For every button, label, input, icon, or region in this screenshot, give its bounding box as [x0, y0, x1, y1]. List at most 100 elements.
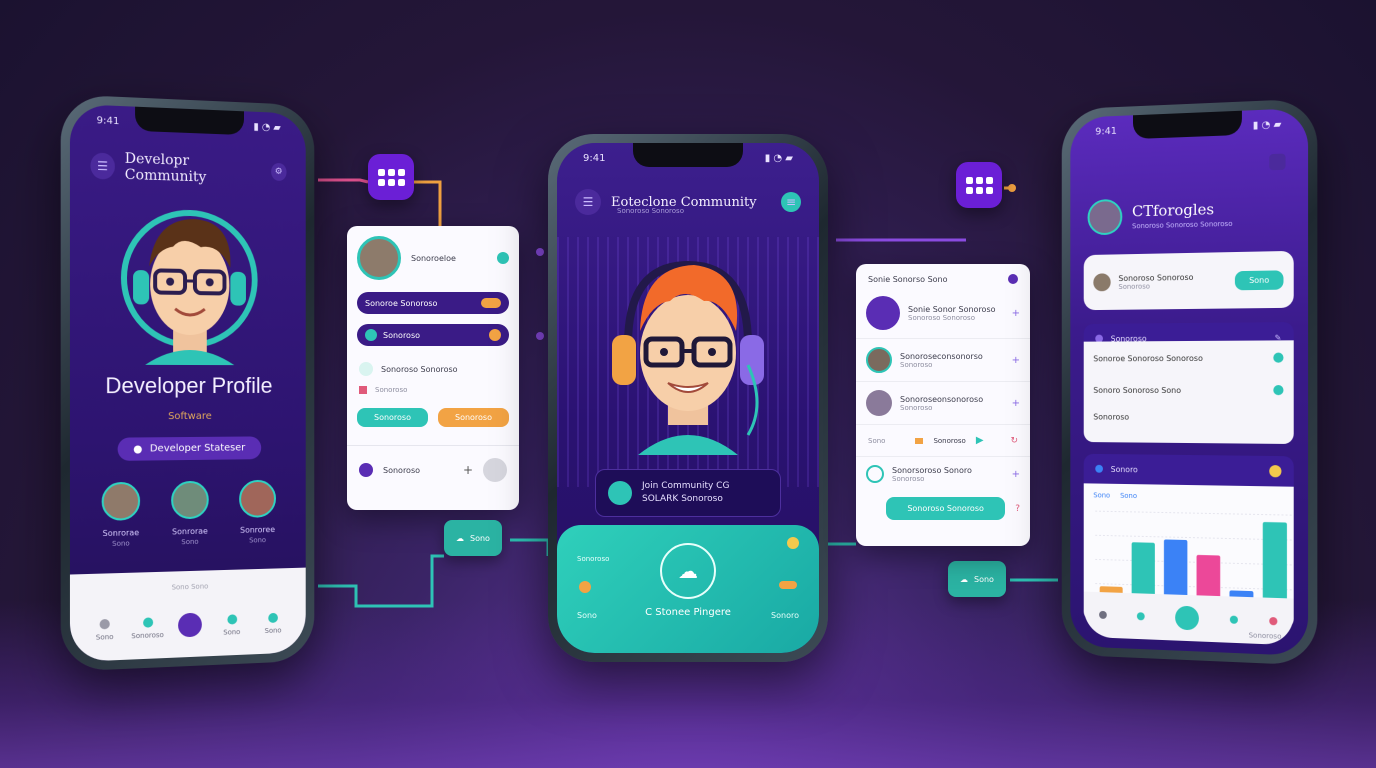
stats-list: Sonoroe Sonoroso Sonoroso Sonoro Sonoros… — [1083, 340, 1294, 445]
menu-icon[interactable]: ☰ — [90, 152, 115, 180]
list-row[interactable]: Sonorsoroso Sonoro Sonoroso + — [856, 457, 1030, 491]
play-icon[interactable] — [497, 252, 509, 264]
status-time: 9:41 — [1095, 125, 1117, 138]
tab-chat[interactable]: Sono — [212, 614, 251, 637]
card-sub: Sonoroso — [1118, 282, 1150, 291]
friend-item[interactable]: Sonroree Sono — [228, 479, 286, 546]
follow-card: Sonoroso Sonoroso Sonoroso Sono — [1083, 250, 1294, 311]
friend-sub: Sono — [181, 537, 199, 547]
add-icon[interactable]: + — [1012, 469, 1020, 480]
status-pill-button[interactable]: Developer Stateser — [117, 436, 261, 461]
avatar — [171, 480, 209, 520]
grid-app-icon[interactable] — [368, 154, 414, 200]
home-icon[interactable] — [1098, 610, 1107, 619]
tab-main[interactable] — [170, 612, 210, 642]
item-label: Sonoroe Sonoroso Sonoroso — [1093, 353, 1203, 363]
friend-name: Sonroree — [240, 525, 276, 535]
secondary-button[interactable]: Sonoroso — [438, 408, 509, 427]
main-tab-icon[interactable] — [1175, 605, 1199, 631]
join-community-card[interactable]: Join Community CG SOLARK Sonoroso — [595, 469, 781, 517]
settings-icon[interactable]: ⚙ — [270, 162, 287, 182]
list-item[interactable]: Sonoroso — [347, 376, 519, 394]
community-button[interactable]: Sonoroso Sonoroso — [886, 497, 1006, 520]
list-row[interactable]: Sono Sonoroso ▶ ↻ — [856, 425, 1030, 457]
tab-explore[interactable]: Sonoroso — [128, 617, 168, 641]
check-icon — [1273, 385, 1284, 396]
chip-button[interactable]: ☁ Sono — [444, 520, 502, 556]
cloud-icon: ☁ — [456, 533, 464, 543]
profile-icon[interactable] — [1269, 616, 1278, 626]
friend-item[interactable]: Sonrorae Sono — [160, 480, 219, 547]
header: ☰ Eoteclone Community ≡ — [575, 189, 801, 215]
phone-screen: 9:41 ▮ ◔ ▰ ☰ Developr Community ⚙ Develo… — [69, 103, 306, 663]
avatar — [1087, 198, 1123, 236]
list-row[interactable]: Sonoroseonsonoroso Sonoroso + — [856, 382, 1030, 425]
avatar — [1093, 273, 1111, 292]
friend-name: Sonrorae — [172, 526, 208, 537]
friend-item[interactable]: Sonrorae Sono — [90, 481, 151, 549]
tab-profile[interactable]: Sono — [254, 612, 293, 635]
tab-home[interactable]: Sono — [84, 618, 125, 642]
list-item[interactable]: Sonoro Sonoroso Sono — [1084, 375, 1294, 405]
explore-icon — [142, 617, 153, 628]
cloud-button[interactable]: ☁ — [660, 543, 716, 599]
status-bar: 9:41 ▮ ◔ ▰ — [583, 153, 793, 164]
help-icon[interactable]: ? — [1015, 504, 1020, 514]
panel-left-label: Sono — [577, 611, 597, 620]
list-item[interactable]: Sonoroso — [1084, 405, 1294, 430]
menu-icon[interactable]: ☰ — [575, 189, 601, 215]
chip-button[interactable]: ☁ Sono — [948, 561, 1006, 597]
bar-item-2[interactable]: Sonoroso — [357, 324, 509, 346]
chip-label: Sono — [974, 574, 994, 584]
list-item[interactable]: Sonoroe Sonoroso Sonoroso — [1084, 340, 1294, 375]
code-icon — [365, 329, 377, 341]
profile-subtitle: Sonoroso Sonoroso Sonoroso — [1132, 219, 1233, 231]
section-title: Sonoro — [1110, 464, 1138, 474]
home-icon — [99, 618, 110, 630]
add-icon[interactable]: + — [1012, 355, 1020, 366]
friend-sub: Sono — [112, 539, 130, 548]
add-icon[interactable]: + — [1012, 398, 1020, 409]
cloud-icon: ☁ — [960, 574, 968, 584]
status-time: 9:41 — [96, 115, 120, 128]
tab-label: Sonoroso — [131, 631, 164, 641]
list-item[interactable]: Sonoroso Sonoroso — [347, 346, 519, 376]
play-icon[interactable]: ▶ — [976, 435, 984, 446]
bottom-panel: Sono Sono Sono Sonoroso Sono Sono — [69, 567, 306, 663]
tab-caption: Sonoroso — [1248, 631, 1282, 641]
add-icon[interactable]: + — [463, 463, 473, 477]
phone-screen: 9:41 ▮ ◔ ▰ ☰ Eoteclone Community ≡ Sonor… — [557, 143, 819, 653]
friend-sub: Sono — [249, 536, 267, 545]
list-row[interactable]: Sonoroseconsonorso Sonoroso + — [856, 339, 1030, 382]
menu-dots-icon[interactable]: ≡ — [781, 192, 801, 212]
row-title: Sonoroseconsonorso — [900, 351, 983, 361]
section-header: Sonoro — [1083, 453, 1294, 487]
tab-label: Sono — [223, 628, 241, 637]
primary-button[interactable]: Sonoroso — [357, 408, 428, 427]
action-icon[interactable] — [483, 458, 507, 482]
profile-title: Developer Profile — [105, 372, 273, 399]
card-title: Sonie Sonorso Sono — [868, 274, 948, 284]
badge-icon — [489, 329, 501, 341]
panel-right-label: Sonoro — [771, 611, 799, 620]
bottom-panel: Sonoroso ☁ C Stonee Pingere Sono Sonoro — [557, 525, 819, 653]
grid-app-icon[interactable] — [956, 162, 1002, 208]
list-row[interactable]: Sonie Sonor Sonoroso Sonoroso Sonoroso + — [856, 294, 1030, 339]
chip-label: Sono — [470, 533, 490, 543]
coin-icon — [1269, 465, 1282, 478]
follow-button[interactable]: Sono — [1234, 269, 1284, 290]
card-line-1: Join Community CG — [642, 481, 730, 491]
main-icon — [178, 612, 202, 638]
explore-icon[interactable] — [1136, 612, 1145, 621]
badge-icon — [1095, 464, 1103, 473]
d-icon — [866, 465, 884, 483]
info-icon[interactable] — [1008, 274, 1018, 284]
share-icon[interactable]: ↻ — [1010, 436, 1018, 446]
bar-item-1[interactable]: Sonoroe Sonoroso — [357, 292, 509, 314]
chat-icon — [359, 362, 373, 376]
menu-icon[interactable] — [1269, 153, 1286, 171]
add-icon[interactable]: + — [1012, 308, 1020, 319]
chat-icon[interactable] — [1230, 615, 1239, 624]
panel-caption: Sonoroso — [577, 555, 610, 563]
avatar — [239, 479, 276, 518]
